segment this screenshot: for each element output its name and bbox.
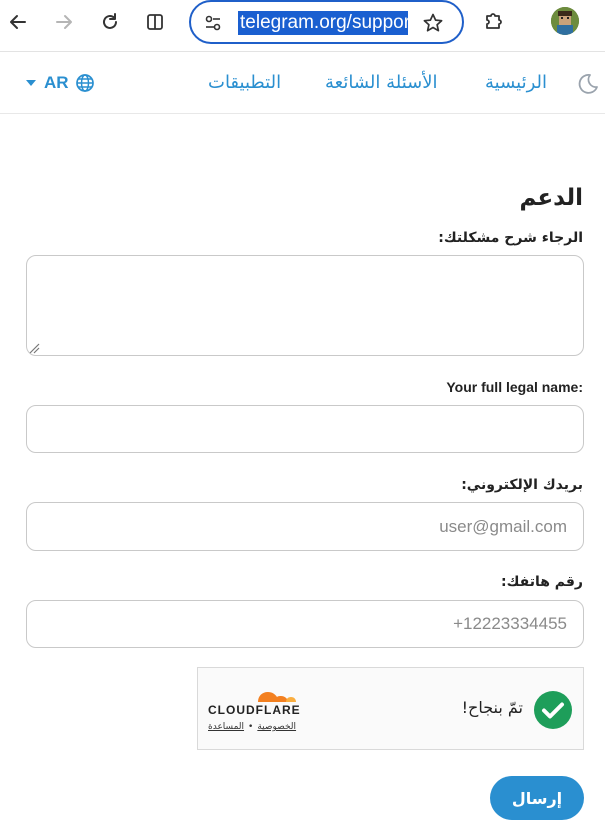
page-title: الدعم <box>519 185 583 211</box>
address-bar[interactable]: telegram.org/support <box>189 0 464 44</box>
submit-button[interactable]: إرسال <box>490 776 584 820</box>
description-textarea[interactable] <box>26 255 584 356</box>
phone-label: رقم هاتفك: <box>500 574 583 590</box>
back-button[interactable] <box>4 8 32 36</box>
site-header: AR التطبيقات الأسئلة الشائعة الرئيسية <box>0 52 605 114</box>
language-switcher[interactable]: AR <box>26 71 95 95</box>
full-name-label: Your full legal name: <box>446 379 583 395</box>
cloudflare-wordmark: CLOUDFLARE <box>208 703 301 717</box>
phone-placeholder: +12223334455 <box>453 614 567 633</box>
nav-link-home[interactable]: الرئيسية <box>485 71 547 95</box>
check-circle-icon <box>534 691 572 729</box>
nav-link-faq[interactable]: الأسئلة الشائعة <box>325 71 437 95</box>
extensions-puzzle-icon[interactable] <box>482 8 508 34</box>
email-field[interactable]: user@gmail.com <box>26 502 584 551</box>
forward-button[interactable] <box>50 8 78 36</box>
captcha-links: الخصوصية • المساعدة <box>208 722 296 732</box>
captcha-status: تمّ بنجاح! <box>461 698 523 717</box>
arrow-right-icon <box>56 15 72 29</box>
site-settings-icon[interactable] <box>203 13 223 33</box>
url-text[interactable]: telegram.org/support <box>238 11 408 35</box>
moon-icon[interactable] <box>576 72 600 96</box>
bookmark-star-icon[interactable] <box>422 12 444 34</box>
avatar[interactable] <box>551 7 579 35</box>
captcha-widget: تمّ بنجاح! CLOUDFLARE الخصوصية • المساعد… <box>197 667 584 750</box>
reload-button[interactable] <box>96 8 124 36</box>
split-view-button[interactable] <box>141 8 169 36</box>
resize-handle-icon[interactable] <box>28 342 40 354</box>
language-code: AR <box>44 73 69 92</box>
email-placeholder: user@gmail.com <box>439 516 567 536</box>
link-separator: • <box>248 722 254 732</box>
browser-toolbar: telegram.org/support <box>0 0 605 52</box>
reload-icon <box>103 13 117 29</box>
email-label: بريدك الإلكتروني: <box>461 477 583 493</box>
description-label: الرجاء شرح مشكلتك: <box>438 230 583 246</box>
globe-icon <box>75 74 94 92</box>
phone-field[interactable]: +12223334455 <box>26 600 584 648</box>
caret-down-icon <box>26 80 36 86</box>
help-link[interactable]: المساعدة <box>208 722 244 732</box>
full-name-field[interactable] <box>26 405 584 453</box>
arrow-left-icon <box>10 15 26 29</box>
split-view-icon <box>147 14 163 30</box>
privacy-link[interactable]: الخصوصية <box>257 722 296 732</box>
nav-link-apps[interactable]: التطبيقات <box>208 71 281 95</box>
